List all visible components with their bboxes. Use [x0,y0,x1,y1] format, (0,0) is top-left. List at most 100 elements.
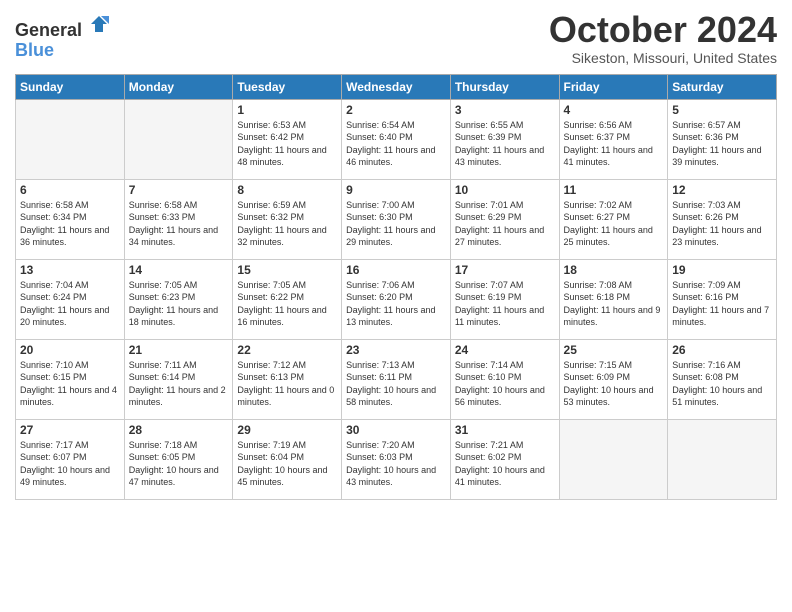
main-title: October 2024 [549,10,777,50]
day-number: 19 [672,263,772,277]
calendar-week-2: 13 Sunrise: 7:04 AM Sunset: 6:24 PM Dayli… [16,259,777,339]
calendar-cell: 10 Sunrise: 7:01 AM Sunset: 6:29 PM Dayli… [450,179,559,259]
calendar-cell: 16 Sunrise: 7:06 AM Sunset: 6:20 PM Dayli… [342,259,451,339]
day-info: Sunrise: 7:09 AM Sunset: 6:16 PM Dayligh… [672,279,772,329]
calendar-cell: 12 Sunrise: 7:03 AM Sunset: 6:26 PM Dayli… [668,179,777,259]
calendar-cell: 26Sunrise: 7:16 AM Sunset: 6:08 PM Dayli… [668,339,777,419]
day-info: Sunrise: 7:06 AM Sunset: 6:20 PM Dayligh… [346,279,446,329]
day-number: 7 [129,183,229,197]
day-number: 28 [129,423,229,437]
calendar-cell: 5 Sunrise: 6:57 AM Sunset: 6:36 PM Daylig… [668,99,777,179]
day-info: Sunrise: 6:58 AM Sunset: 6:33 PM Dayligh… [129,199,229,249]
day-number: 6 [20,183,120,197]
day-info: Sunrise: 7:10 AM Sunset: 6:15 PM Dayligh… [20,359,120,409]
day-number: 5 [672,103,772,117]
day-info: Sunrise: 6:54 AM Sunset: 6:40 PM Dayligh… [346,119,446,169]
day-info: Sunrise: 6:58 AM Sunset: 6:34 PM Dayligh… [20,199,120,249]
day-info: Sunrise: 7:12 AM Sunset: 6:13 PM Dayligh… [237,359,337,409]
calendar-header-row: Sunday Monday Tuesday Wednesday Thursday… [16,74,777,99]
day-number: 10 [455,183,555,197]
calendar-cell: 2 Sunrise: 6:54 AM Sunset: 6:40 PM Daylig… [342,99,451,179]
day-number: 4 [564,103,664,117]
day-info: Sunrise: 7:21 AM Sunset: 6:02 PM Dayligh… [455,439,555,489]
day-info: Sunrise: 7:08 AM Sunset: 6:18 PM Dayligh… [564,279,664,329]
calendar-cell: 14Sunrise: 7:05 AM Sunset: 6:23 PM Dayli… [124,259,233,339]
day-info: Sunrise: 7:07 AM Sunset: 6:19 PM Dayligh… [455,279,555,329]
day-info: Sunrise: 7:00 AM Sunset: 6:30 PM Dayligh… [346,199,446,249]
day-number: 9 [346,183,446,197]
logo-icon [89,14,109,34]
day-number: 30 [346,423,446,437]
day-info: Sunrise: 7:04 AM Sunset: 6:24 PM Dayligh… [20,279,120,329]
day-number: 31 [455,423,555,437]
day-info: Sunrise: 7:03 AM Sunset: 6:26 PM Dayligh… [672,199,772,249]
day-info: Sunrise: 6:59 AM Sunset: 6:32 PM Dayligh… [237,199,337,249]
day-number: 24 [455,343,555,357]
calendar-cell: 22 Sunrise: 7:12 AM Sunset: 6:13 PM Dayli… [233,339,342,419]
day-number: 16 [346,263,446,277]
day-info: Sunrise: 7:14 AM Sunset: 6:10 PM Dayligh… [455,359,555,409]
calendar-cell: 23 Sunrise: 7:13 AM Sunset: 6:11 PM Dayli… [342,339,451,419]
calendar-cell: 20 Sunrise: 7:10 AM Sunset: 6:15 PM Dayli… [16,339,125,419]
day-info: Sunrise: 7:02 AM Sunset: 6:27 PM Dayligh… [564,199,664,249]
header-tuesday: Tuesday [233,74,342,99]
day-info: Sunrise: 7:05 AM Sunset: 6:22 PM Dayligh… [237,279,337,329]
day-info: Sunrise: 7:13 AM Sunset: 6:11 PM Dayligh… [346,359,446,409]
header-thursday: Thursday [450,74,559,99]
calendar-week-1: 6 Sunrise: 6:58 AM Sunset: 6:34 PM Daylig… [16,179,777,259]
day-info: Sunrise: 7:18 AM Sunset: 6:05 PM Dayligh… [129,439,229,489]
day-info: Sunrise: 6:57 AM Sunset: 6:36 PM Dayligh… [672,119,772,169]
calendar-cell: 6 Sunrise: 6:58 AM Sunset: 6:34 PM Daylig… [16,179,125,259]
day-number: 22 [237,343,337,357]
day-number: 11 [564,183,664,197]
header-monday: Monday [124,74,233,99]
calendar-cell: 13 Sunrise: 7:04 AM Sunset: 6:24 PM Dayli… [16,259,125,339]
logo-general: General [15,20,82,40]
day-number: 29 [237,423,337,437]
calendar-cell: 25 Sunrise: 7:15 AM Sunset: 6:09 PM Dayli… [559,339,668,419]
calendar-cell: 17Sunrise: 7:07 AM Sunset: 6:19 PM Dayli… [450,259,559,339]
day-info: Sunrise: 6:56 AM Sunset: 6:37 PM Dayligh… [564,119,664,169]
calendar-cell: 24 Sunrise: 7:14 AM Sunset: 6:10 PM Dayli… [450,339,559,419]
logo-blue: Blue [15,40,54,60]
calendar-cell: 30Sunrise: 7:20 AM Sunset: 6:03 PM Dayli… [342,419,451,499]
calendar-cell [668,419,777,499]
header-saturday: Saturday [668,74,777,99]
header-friday: Friday [559,74,668,99]
calendar-cell: 4 Sunrise: 6:56 AM Sunset: 6:37 PM Daylig… [559,99,668,179]
day-info: Sunrise: 7:19 AM Sunset: 6:04 PM Dayligh… [237,439,337,489]
day-number: 3 [455,103,555,117]
calendar-cell: 29 Sunrise: 7:19 AM Sunset: 6:04 PM Dayli… [233,419,342,499]
day-number: 12 [672,183,772,197]
title-section: October 2024 Sikeston, Missouri, United … [549,10,777,66]
day-number: 21 [129,343,229,357]
day-number: 25 [564,343,664,357]
day-info: Sunrise: 7:17 AM Sunset: 6:07 PM Dayligh… [20,439,120,489]
day-number: 13 [20,263,120,277]
page: General Blue October 2024 Sikeston, Miss… [0,0,792,612]
calendar-cell: 19 Sunrise: 7:09 AM Sunset: 6:16 PM Dayli… [668,259,777,339]
calendar-cell [16,99,125,179]
header-sunday: Sunday [16,74,125,99]
day-number: 18 [564,263,664,277]
calendar-cell: 11 Sunrise: 7:02 AM Sunset: 6:27 PM Dayli… [559,179,668,259]
day-info: Sunrise: 6:53 AM Sunset: 6:42 PM Dayligh… [237,119,337,169]
calendar-cell: 9 Sunrise: 7:00 AM Sunset: 6:30 PM Daylig… [342,179,451,259]
day-number: 20 [20,343,120,357]
day-info: Sunrise: 7:01 AM Sunset: 6:29 PM Dayligh… [455,199,555,249]
header-wednesday: Wednesday [342,74,451,99]
calendar-cell: 21 Sunrise: 7:11 AM Sunset: 6:14 PM Dayli… [124,339,233,419]
day-number: 2 [346,103,446,117]
day-info: Sunrise: 7:15 AM Sunset: 6:09 PM Dayligh… [564,359,664,409]
day-info: Sunrise: 7:11 AM Sunset: 6:14 PM Dayligh… [129,359,229,409]
day-number: 27 [20,423,120,437]
calendar-cell: 3Sunrise: 6:55 AM Sunset: 6:39 PM Daylig… [450,99,559,179]
calendar-cell: 18 Sunrise: 7:08 AM Sunset: 6:18 PM Dayli… [559,259,668,339]
calendar-cell: 7 Sunrise: 6:58 AM Sunset: 6:33 PM Daylig… [124,179,233,259]
calendar-cell: 1Sunrise: 6:53 AM Sunset: 6:42 PM Daylig… [233,99,342,179]
day-number: 14 [129,263,229,277]
calendar-week-3: 20 Sunrise: 7:10 AM Sunset: 6:15 PM Dayli… [16,339,777,419]
calendar-cell: 31 Sunrise: 7:21 AM Sunset: 6:02 PM Dayli… [450,419,559,499]
calendar-week-0: 1Sunrise: 6:53 AM Sunset: 6:42 PM Daylig… [16,99,777,179]
day-number: 23 [346,343,446,357]
